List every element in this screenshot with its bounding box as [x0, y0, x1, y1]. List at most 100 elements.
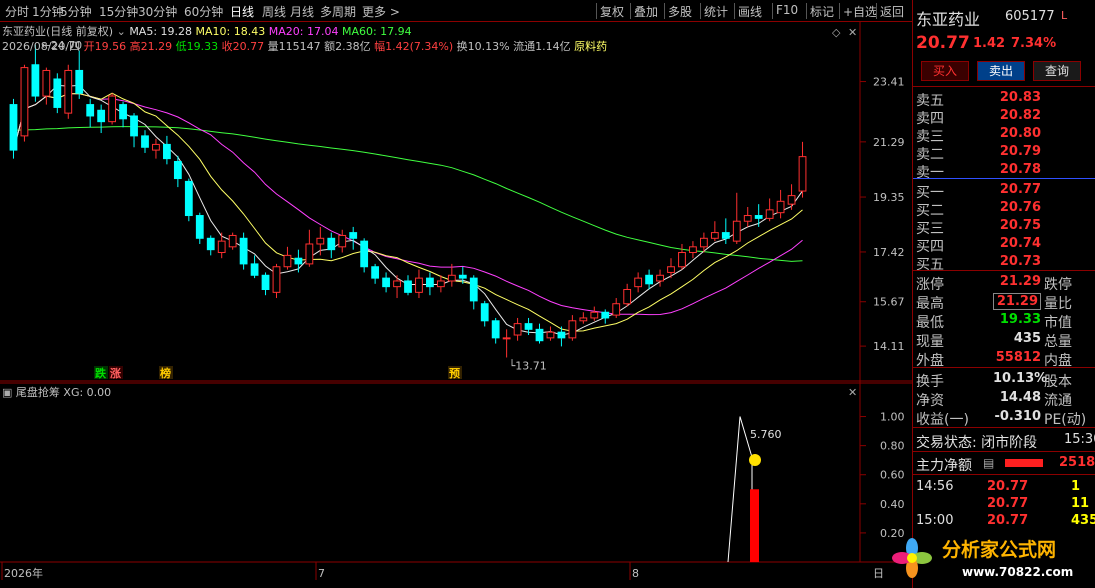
candle-body [535, 328, 544, 342]
stat-row: 现量 435 总量 [913, 330, 1095, 350]
stat-right-label: 量比 [1044, 296, 1072, 312]
list-icon[interactable]: ▤ [983, 456, 994, 470]
candlestick-chart[interactable]: 23.4121.2919.3517.4215.6714.11←24.70└13.… [0, 22, 912, 382]
candle-body [283, 254, 292, 268]
site-logo: 分析家公式网 www.70822.com [892, 538, 1073, 579]
candle-body [217, 240, 226, 254]
candle-body [732, 220, 741, 242]
toolbar-btn-4[interactable]: 画线 [738, 3, 762, 20]
buy-button[interactable]: 买入 [921, 61, 969, 81]
period-3[interactable]: 15分钟 [99, 3, 138, 20]
candle-body [623, 289, 632, 305]
bid-row[interactable]: 买一 20.77 [913, 181, 1095, 201]
candle-body [294, 257, 303, 265]
tick-time: 15:00 [916, 513, 954, 528]
tick-volume: 11 [1071, 496, 1090, 511]
stat-label: 最高 [916, 296, 944, 312]
toolbar-btn-6[interactable]: 标记 [810, 3, 834, 20]
period-7[interactable]: 周线 [262, 3, 286, 20]
query-button[interactable]: 查询 [1033, 61, 1081, 81]
bid-row[interactable]: 买二 20.76 [913, 199, 1095, 219]
period-4[interactable]: 30分钟 [138, 3, 177, 20]
ask-row[interactable]: 卖三 20.80 [913, 125, 1095, 145]
stat2-right-label: PE(动) [1044, 412, 1087, 428]
toolbar-sep [876, 3, 877, 19]
x-label: 2026年 [4, 566, 43, 580]
candle-body [590, 311, 599, 319]
toolbar-btn-3[interactable]: 统计 [704, 3, 728, 20]
sub-close-x-icon[interactable]: ✕ [848, 386, 857, 399]
ask-price: 20.82 [999, 108, 1041, 123]
stat-label: 涨停 [916, 277, 944, 293]
candle-body [426, 277, 434, 288]
toolbar-btn-1[interactable]: 叠加 [634, 3, 658, 20]
main-close-icon[interactable]: ◇ [832, 26, 840, 39]
signal-value-label: 5.760 [750, 428, 782, 441]
trade-time: 15:30 [1064, 432, 1095, 447]
toolbar-btn-0[interactable]: 复权 [600, 3, 624, 20]
sector-value: 原料药 [574, 40, 608, 53]
candle-body [206, 237, 215, 251]
float-value: 流通1.14亿 [513, 40, 571, 53]
candle-body [469, 277, 478, 302]
indicator-title: ▣ 尾盘抢筹 XG: 0.00 [2, 384, 111, 400]
stat2-label: 收益(一) [916, 412, 969, 428]
ask-row[interactable]: 卖五 20.83 [913, 89, 1095, 109]
x-label: 8 [632, 567, 639, 580]
candle-body [97, 109, 106, 123]
toolbar-btn-7[interactable]: +自选 [843, 3, 877, 20]
stat-value: 55812 [995, 350, 1041, 365]
toolbar-btn-8[interactable]: 返回 [880, 3, 904, 20]
candle-body [678, 252, 686, 268]
y-tick-label: 19.35 [873, 191, 905, 204]
period-2[interactable]: 5分钟 [60, 3, 92, 20]
candle-body [502, 337, 511, 340]
tick-price: 20.77 [987, 479, 1029, 494]
ma20-label: MA20: 17.04 [268, 25, 339, 38]
candle-body [754, 215, 763, 219]
period-6[interactable]: 日线 [230, 3, 254, 20]
candle-body [382, 277, 390, 288]
candle-body [645, 274, 653, 285]
ask-label: 卖一 [916, 165, 944, 181]
period-1[interactable]: 1分钟 [32, 3, 64, 20]
period-8[interactable]: 月线 [290, 3, 314, 20]
stat-right-label: 总量 [1044, 334, 1072, 350]
toolbar-sep [700, 3, 701, 19]
main-close-x-icon[interactable]: ✕ [848, 26, 857, 39]
chart-header-line-2: 2026/08/20/四 开19.56 高21.29 低19.33 收20.77… [2, 38, 607, 54]
bid-price: 20.77 [999, 182, 1041, 197]
smiley-icon [749, 454, 761, 466]
indicator-chart[interactable]: 1.000.800.600.400.205.7602026年 7 8 日 [0, 382, 912, 588]
stat2-value: -0.310 [994, 409, 1041, 424]
candle-body [173, 160, 182, 180]
bid-price: 20.76 [999, 200, 1041, 215]
stat-value: 19.33 [999, 312, 1041, 327]
bid-row[interactable]: 买三 20.75 [913, 217, 1095, 237]
candle-body [787, 195, 796, 205]
candle [184, 178, 193, 222]
ask-row[interactable]: 卖二 20.79 [913, 143, 1095, 163]
sell-button[interactable]: 卖出 [977, 61, 1025, 81]
stat-row: 外盘 55812 内盘 [913, 349, 1095, 369]
low-value: 低19.33 [175, 40, 219, 53]
candle-body [239, 237, 248, 265]
settings-icon[interactable]: ⌄ [117, 25, 126, 38]
trade-status: 交易状态: 闭市阶段 [916, 435, 1038, 451]
period-0[interactable]: 分时 [5, 3, 29, 20]
quote-panel: 东亚药业 605177 L 20.77 1.42 7.34% 买入 卖出 查询 … [912, 0, 1095, 588]
indicator-toggle-icon[interactable]: ▣ [2, 386, 12, 399]
toolbar-btn-5[interactable]: F10 [776, 3, 798, 17]
period-9[interactable]: 多周期 [320, 3, 356, 20]
bid-row[interactable]: 买四 20.74 [913, 235, 1095, 255]
candle-body [524, 323, 533, 330]
y-tick-label: 14.11 [873, 340, 905, 353]
period-5[interactable]: 60分钟 [184, 3, 223, 20]
ask-row[interactable]: 卖四 20.82 [913, 107, 1095, 127]
candle-body [141, 135, 149, 148]
candle-body [228, 234, 237, 248]
candle-body [699, 237, 708, 248]
candle-body [250, 263, 259, 276]
period-10[interactable]: 更多 > [362, 3, 400, 20]
toolbar-btn-2[interactable]: 多股 [668, 3, 692, 20]
